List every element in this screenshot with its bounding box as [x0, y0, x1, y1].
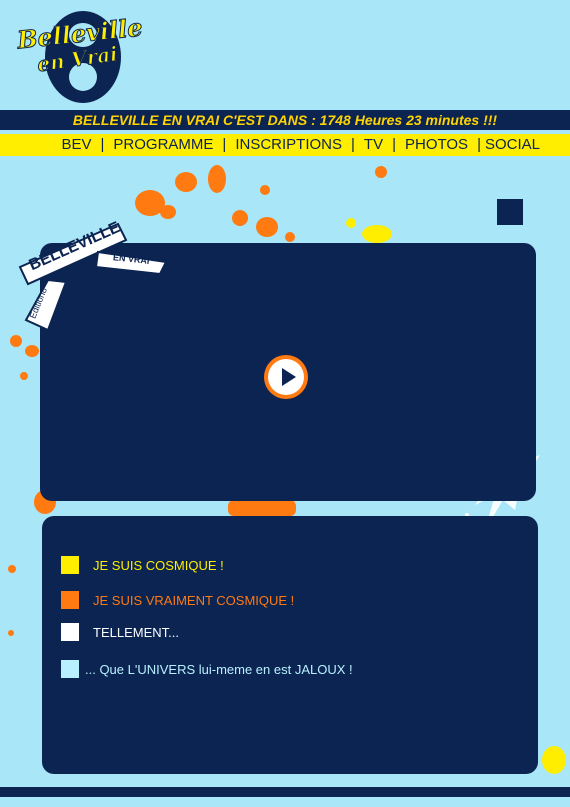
list-item: JE SUIS VRAIMENT COSMIQUE ! — [61, 591, 294, 609]
list-item-label: TELLEMENT... — [93, 624, 179, 640]
list-item: JE SUIS COSMIQUE ! — [61, 556, 224, 574]
play-icon — [268, 359, 304, 395]
orange-square-icon — [61, 591, 79, 609]
site-logo[interactable]: Belleville en Vrai — [15, 5, 144, 105]
nav-separator: | — [100, 136, 105, 153]
countdown-bar: BELLEVILLE EN VRAI C'EST DANS : 1748 Heu… — [0, 110, 570, 130]
footer-bar — [0, 787, 570, 797]
nav-item-photos[interactable]: PHOTOS — [405, 134, 468, 156]
light-blue-square-icon — [61, 660, 79, 678]
nav-item-social[interactable]: SOCIAL — [485, 134, 540, 156]
edition-badge: BELLEVILLE EN VRAI Edition8 — [18, 219, 168, 332]
nav-item-inscriptions[interactable]: INSCRIPTIONS — [235, 134, 342, 156]
list-item-label: JE SUIS VRAIMENT COSMIQUE ! — [93, 592, 295, 608]
nav-separator: | — [477, 136, 481, 153]
list-item: TELLEMENT... — [61, 623, 179, 641]
nav-separator: | — [222, 136, 227, 153]
yellow-square-icon — [61, 556, 79, 574]
nav-separator: | — [392, 136, 396, 153]
play-button[interactable] — [264, 355, 308, 399]
main-nav: BEV | PROGRAMME | INSCRIPTIONS | TV | PH… — [0, 134, 570, 156]
nav-separator: | — [351, 136, 355, 153]
list-item-label: JE SUIS COSMIQUE ! — [93, 557, 224, 573]
nav-item-programme[interactable]: PROGRAMME — [113, 134, 213, 156]
countdown-text: BELLEVILLE EN VRAI C'EST DANS : 1748 Heu… — [72, 112, 498, 128]
content-panel — [42, 516, 538, 774]
list-item: ... Que L'UNIVERS lui-meme en est JALOUX… — [61, 660, 353, 678]
list-item-label: ... Que L'UNIVERS lui-meme en est JALOUX… — [85, 661, 353, 677]
nav-item-bev[interactable]: BEV — [61, 134, 91, 156]
nav-item-tv[interactable]: TV — [364, 134, 383, 156]
white-square-icon — [61, 623, 79, 641]
decorative-square — [497, 199, 523, 225]
